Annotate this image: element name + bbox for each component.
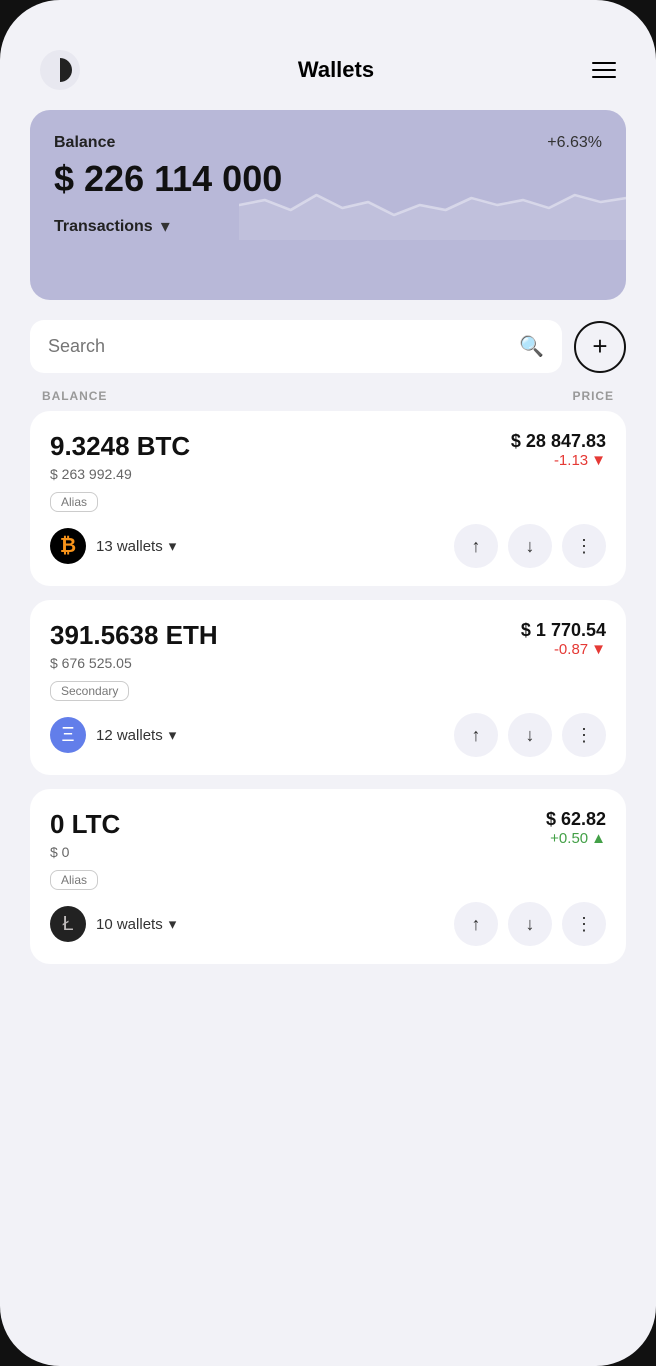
coin-card-eth: 391.5638 ETH $ 676 525.05 Secondary $ 1 … (30, 600, 626, 775)
add-wallet-button[interactable]: + (574, 321, 626, 373)
ltc-wallets-button[interactable]: 10 wallets ▾ (96, 915, 176, 933)
send-button-eth[interactable]: ↑ (454, 713, 498, 757)
receive-button-ltc[interactable]: ↓ (508, 902, 552, 946)
eth-wallets-button[interactable]: 12 wallets ▾ (96, 726, 176, 744)
coin-usd-ltc: $ 0 (50, 844, 120, 860)
coin-price-btc: $ 28 847.83 -1.13 ▼ (511, 431, 606, 469)
balance-label: Balance (54, 134, 115, 152)
coin-amount-btc: 9.3248 BTC (50, 431, 190, 462)
transactions-chevron-icon: ▾ (161, 216, 170, 237)
wallets-chevron-ltc: ▾ (169, 915, 177, 933)
coin-alias-btc: Alias (50, 492, 98, 512)
balance-card: Balance +6.63% $ 226 114 000 Transaction… (30, 110, 626, 300)
app-header: Wallets (30, 40, 626, 110)
coin-logo-row-btc: ₿ 13 wallets ▾ (50, 528, 176, 564)
coin-logo-row-ltc: Ł 10 wallets ▾ (50, 906, 176, 942)
coin-price-eth: $ 1 770.54 -0.87 ▼ (521, 620, 606, 658)
coin-logo-row-eth: Ξ 12 wallets ▾ (50, 717, 176, 753)
coin-bottom-btc: ₿ 13 wallets ▾ ↑ ↓ ⋮ (50, 524, 606, 568)
ltc-logo-icon: Ł (50, 906, 86, 942)
search-icon: 🔍 (519, 334, 544, 359)
coin-usd-eth: $ 676 525.05 (50, 655, 218, 671)
price-column-header: PRICE (573, 389, 614, 403)
receive-button-eth[interactable]: ↓ (508, 713, 552, 757)
coin-usd-btc: $ 263 992.49 (50, 466, 190, 482)
search-box: 🔍 (30, 320, 562, 373)
coin-left-eth: 391.5638 ETH $ 676 525.05 Secondary (50, 620, 218, 713)
coin-bottom-eth: Ξ 12 wallets ▾ ↑ ↓ ⋮ (50, 713, 606, 757)
coin-card-ltc: 0 LTC $ 0 Alias $ 62.82 +0.50 ▲ Ł 10 wal… (30, 789, 626, 964)
search-row: 🔍 + (30, 320, 626, 373)
coin-price-ltc: $ 62.82 +0.50 ▲ (546, 809, 606, 847)
page-title: Wallets (298, 57, 374, 83)
coin-change-btc: -1.13 ▼ (511, 452, 606, 469)
coin-list: 9.3248 BTC $ 263 992.49 Alias $ 28 847.8… (30, 411, 626, 964)
action-buttons-btc: ↑ ↓ ⋮ (454, 524, 606, 568)
coin-amount-eth: 391.5638 ETH (50, 620, 218, 651)
coin-change-eth: -0.87 ▼ (521, 641, 606, 658)
search-input[interactable] (48, 336, 509, 357)
action-buttons-eth: ↑ ↓ ⋮ (454, 713, 606, 757)
coin-price-value-ltc: $ 62.82 (546, 809, 606, 830)
coin-price-value-btc: $ 28 847.83 (511, 431, 606, 452)
more-button-eth[interactable]: ⋮ (562, 713, 606, 757)
eth-logo-icon: Ξ (50, 717, 86, 753)
receive-button-btc[interactable]: ↓ (508, 524, 552, 568)
send-button-ltc[interactable]: ↑ (454, 902, 498, 946)
phone-frame: Wallets Balance +6.63% $ 226 114 000 Tra… (0, 0, 656, 1366)
btc-logo-icon: ₿ (50, 528, 86, 564)
coin-left-ltc: 0 LTC $ 0 Alias (50, 809, 120, 902)
more-button-btc[interactable]: ⋮ (562, 524, 606, 568)
coin-change-ltc: +0.50 ▲ (546, 830, 606, 847)
send-button-btc[interactable]: ↑ (454, 524, 498, 568)
up-arrow-icon-ltc: ▲ (591, 830, 606, 847)
table-header: BALANCE PRICE (30, 383, 626, 411)
wallets-chevron-btc: ▾ (169, 537, 177, 555)
more-button-ltc[interactable]: ⋮ (562, 902, 606, 946)
balance-chart (239, 150, 626, 240)
down-arrow-icon-eth: ▼ (591, 641, 606, 658)
coin-left-btc: 9.3248 BTC $ 263 992.49 Alias (50, 431, 190, 524)
down-arrow-icon-btc: ▼ (591, 452, 606, 469)
coin-alias-ltc: Alias (50, 870, 98, 890)
menu-button[interactable] (592, 62, 616, 78)
coin-price-value-eth: $ 1 770.54 (521, 620, 606, 641)
coin-alias-eth: Secondary (50, 681, 129, 701)
coin-amount-ltc: 0 LTC (50, 809, 120, 840)
coin-bottom-ltc: Ł 10 wallets ▾ ↑ ↓ ⋮ (50, 902, 606, 946)
action-buttons-ltc: ↑ ↓ ⋮ (454, 902, 606, 946)
app-logo-icon (40, 50, 80, 90)
balance-column-header: BALANCE (42, 389, 107, 403)
coin-card-btc: 9.3248 BTC $ 263 992.49 Alias $ 28 847.8… (30, 411, 626, 586)
btc-wallets-button[interactable]: 13 wallets ▾ (96, 537, 176, 555)
wallets-chevron-eth: ▾ (169, 726, 177, 744)
transactions-label: Transactions (54, 218, 153, 236)
